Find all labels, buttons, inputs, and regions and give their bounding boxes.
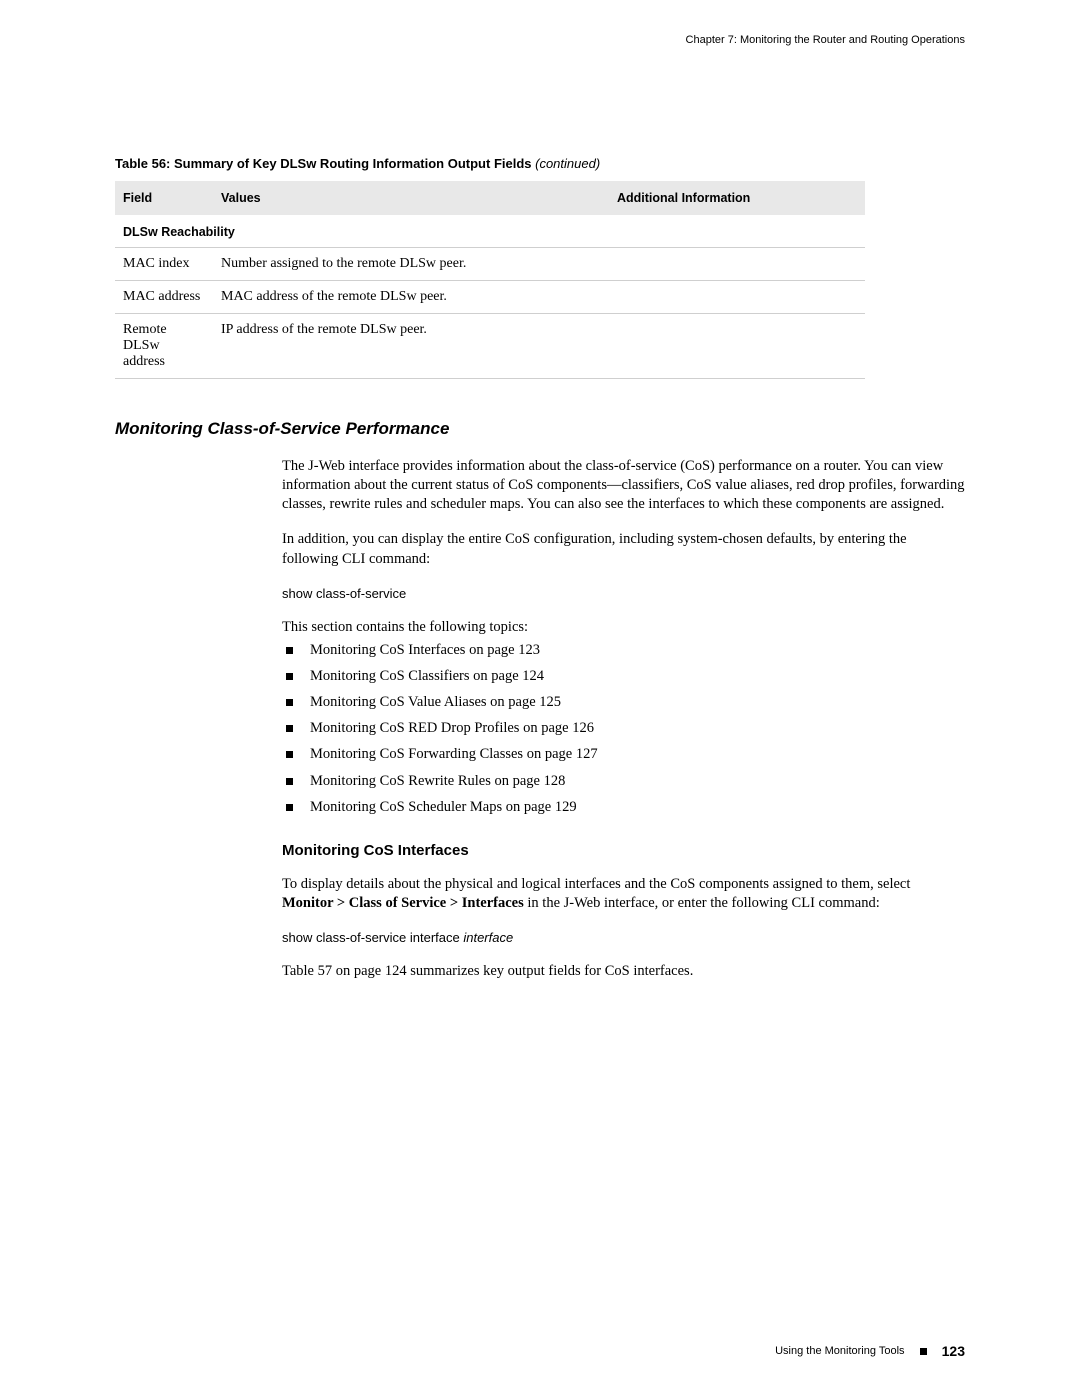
- col-field: Field: [115, 181, 213, 215]
- table-caption: Table 56: Summary of Key DLSw Routing In…: [115, 156, 965, 171]
- page-number: 123: [942, 1343, 965, 1359]
- table-row: MAC address MAC address of the remote DL…: [115, 281, 865, 314]
- cell-field: MAC address: [115, 281, 213, 314]
- topic-list: Monitoring CoS Interfaces on page 123 Mo…: [282, 641, 965, 817]
- col-values: Values: [213, 181, 609, 215]
- list-item: Monitoring CoS RED Drop Profiles on page…: [282, 719, 965, 738]
- footer-square-icon: [920, 1348, 927, 1355]
- cell-values: Number assigned to the remote DLSw peer.: [213, 248, 609, 281]
- list-item: Monitoring CoS Interfaces on page 123: [282, 641, 965, 660]
- paragraph: To display details about the physical an…: [282, 875, 965, 913]
- cli-command: show class-of-service interface interfac…: [282, 929, 965, 946]
- footer-label: Using the Monitoring Tools: [775, 1345, 904, 1357]
- running-header: Chapter 7: Monitoring the Router and Rou…: [115, 34, 965, 46]
- section-heading: Monitoring Class-of-Service Performance: [115, 419, 965, 439]
- list-item: Monitoring CoS Value Aliases on page 125: [282, 693, 965, 712]
- table-caption-main: Table 56: Summary of Key DLSw Routing In…: [115, 156, 532, 171]
- paragraph-text: in the J-Web interface, or enter the fol…: [524, 895, 880, 911]
- cli-command-base: show class-of-service interface: [282, 930, 463, 945]
- cell-values: MAC address of the remote DLSw peer.: [213, 281, 609, 314]
- page-footer: Using the Monitoring Tools 123: [775, 1343, 965, 1359]
- cell-additional: [609, 248, 865, 281]
- table-header-row: Field Values Additional Information: [115, 181, 865, 215]
- paragraph-text: To display details about the physical an…: [282, 876, 910, 892]
- table-section-label: DLSw Reachability: [115, 215, 865, 248]
- cell-field: Remote DLSw address: [115, 314, 213, 379]
- table-section-row: DLSw Reachability: [115, 215, 865, 248]
- paragraph: In addition, you can display the entire …: [282, 530, 965, 568]
- menu-path: Monitor > Class of Service > Interfaces: [282, 895, 524, 911]
- list-item: Monitoring CoS Forwarding Classes on pag…: [282, 745, 965, 764]
- list-item: Monitoring CoS Scheduler Maps on page 12…: [282, 798, 965, 817]
- cli-command: show class-of-service: [282, 585, 965, 602]
- cell-additional: [609, 281, 865, 314]
- cli-command-arg: interface: [463, 930, 513, 945]
- col-additional-info: Additional Information: [609, 181, 865, 215]
- cell-field: MAC index: [115, 248, 213, 281]
- cell-values: IP address of the remote DLSw peer.: [213, 314, 609, 379]
- table-caption-continued: (continued): [532, 156, 601, 171]
- list-item: Monitoring CoS Classifiers on page 124: [282, 667, 965, 686]
- paragraph: The J-Web interface provides information…: [282, 457, 965, 514]
- paragraph: This section contains the following topi…: [282, 618, 965, 637]
- info-table: Field Values Additional Information DLSw…: [115, 181, 865, 379]
- body-content: The J-Web interface provides information…: [282, 457, 965, 981]
- list-item: Monitoring CoS Rewrite Rules on page 128: [282, 772, 965, 791]
- subsection-heading: Monitoring CoS Interfaces: [282, 841, 965, 861]
- paragraph: Table 57 on page 124 summarizes key outp…: [282, 962, 965, 981]
- table-row: Remote DLSw address IP address of the re…: [115, 314, 865, 379]
- cell-additional: [609, 314, 865, 379]
- table-row: MAC index Number assigned to the remote …: [115, 248, 865, 281]
